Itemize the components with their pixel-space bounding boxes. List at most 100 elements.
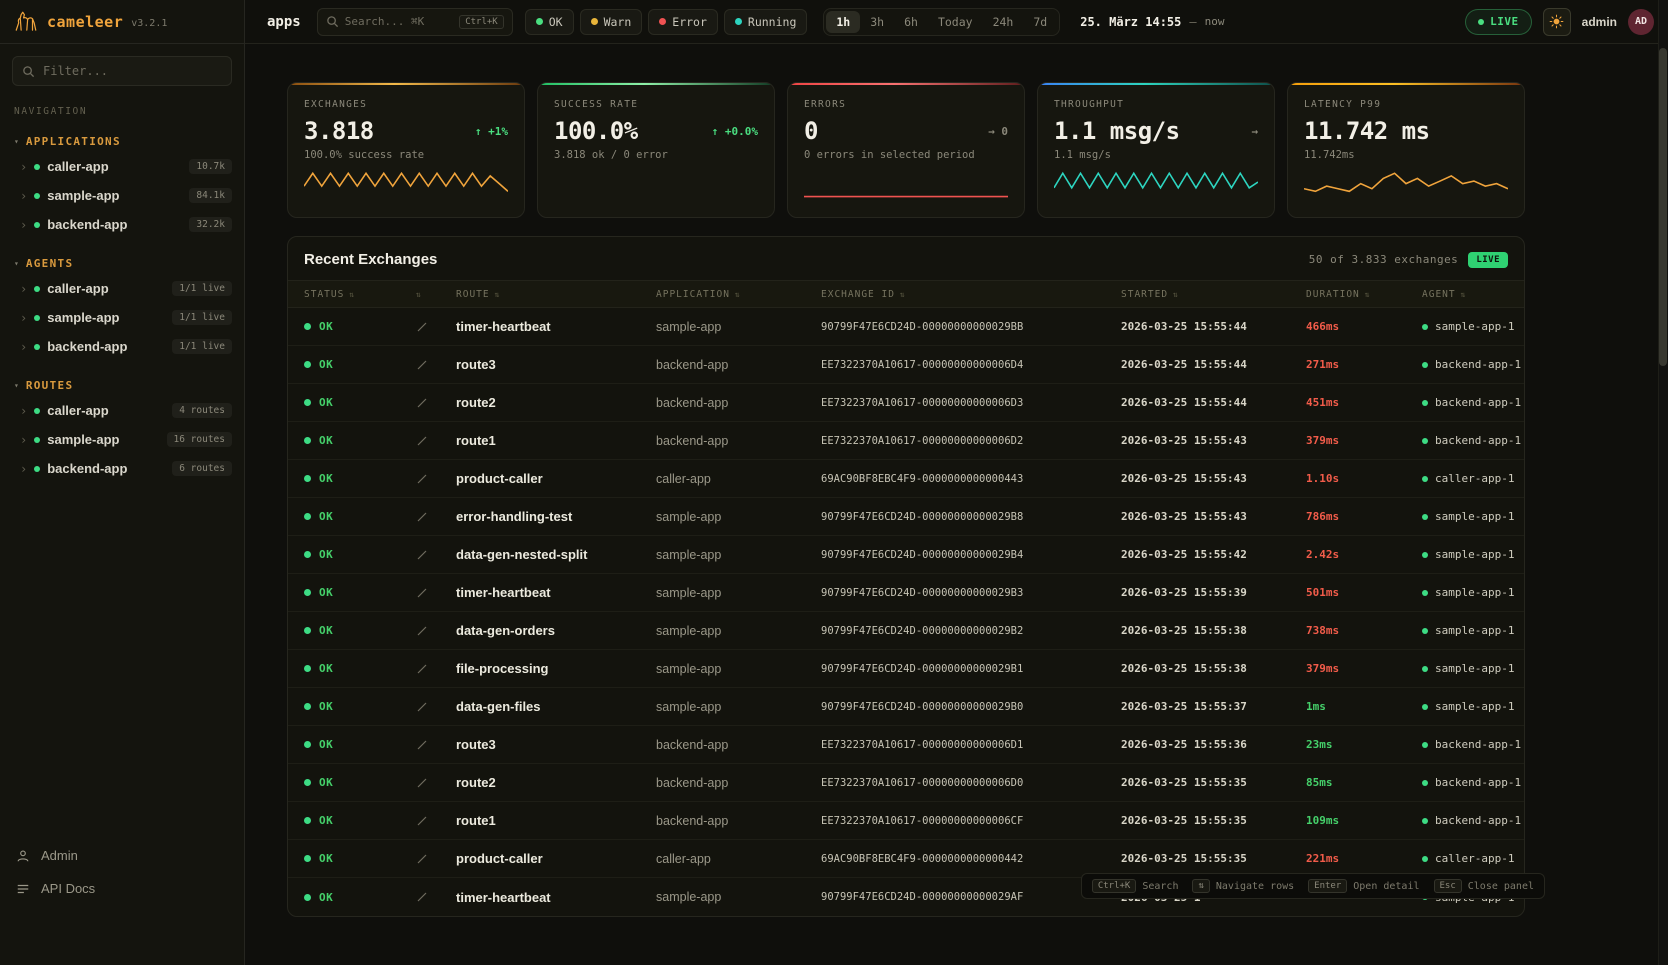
time-range-today[interactable]: Today	[928, 11, 983, 33]
status-dot-icon	[34, 222, 40, 228]
table-row[interactable]: OK route3 backend-app EE7322370A10617-00…	[288, 346, 1524, 384]
section-items: › caller-app 4 routes › sample-app 16 ro…	[0, 396, 244, 483]
stat-value: 100.0%	[554, 119, 638, 143]
row-exchange-id: 90799F47E6CD24D-00000000000029B2	[808, 625, 1108, 637]
table-row[interactable]: OK route3 backend-app EE7322370A10617-00…	[288, 726, 1524, 764]
theme-toggle-button[interactable]	[1543, 8, 1571, 36]
row-exchange-id: 90799F47E6CD24D-00000000000029B3	[808, 587, 1108, 599]
column-label: AGENT	[1422, 289, 1456, 300]
global-search-input[interactable]	[345, 15, 453, 28]
time-range-24h[interactable]: 24h	[983, 11, 1024, 33]
sidebar-filter-input[interactable]	[12, 56, 232, 86]
sidebar-item-sample-app[interactable]: › sample-app 16 routes	[0, 425, 244, 454]
column-header-route[interactable]: ROUTE⇅	[443, 289, 643, 300]
time-range-6h[interactable]: 6h	[894, 11, 928, 33]
column-header-trend[interactable]: ⇅	[403, 290, 443, 299]
status-ok-dot-icon	[304, 817, 311, 824]
table-row[interactable]: OK file-processing sample-app 90799F47E6…	[288, 650, 1524, 688]
row-route: file-processing	[443, 661, 643, 676]
trend-icon	[416, 359, 428, 371]
time-range-7d[interactable]: 7d	[1023, 11, 1057, 33]
caret-down-icon: ▾	[14, 137, 19, 146]
sidebar-section-header[interactable]: ▾ AGENTS	[0, 253, 244, 274]
table-row[interactable]: OK product-caller caller-app 69AC90BF8EB…	[288, 460, 1524, 498]
stat-delta: ↑ +1%	[475, 125, 508, 138]
status-filter-running[interactable]: Running	[724, 9, 807, 35]
status-dot-icon	[34, 315, 40, 321]
date-range-picker[interactable]: 25. März 14:55 – now	[1080, 15, 1224, 29]
time-range-3h[interactable]: 3h	[860, 11, 894, 33]
row-application: sample-app	[643, 548, 808, 562]
column-header-exchange-id[interactable]: EXCHANGE ID⇅	[808, 289, 1108, 300]
brand[interactable]: cameleer v3.2.1	[0, 0, 244, 44]
keyboard-hint: Enter Open detail	[1308, 879, 1419, 893]
table-row[interactable]: OK data-gen-files sample-app 90799F47E6C…	[288, 688, 1524, 726]
trend-icon	[416, 663, 428, 675]
global-search[interactable]: Ctrl+K	[317, 8, 513, 36]
status-dot-icon	[591, 18, 598, 25]
camel-logo-icon	[13, 9, 39, 35]
row-duration: 738ms	[1293, 624, 1398, 637]
sidebar-item-backend-app[interactable]: › backend-app 1/1 live	[0, 332, 244, 361]
sidebar-item-api-docs[interactable]: API Docs	[0, 872, 244, 905]
stat-card-success-rate: SUCCESS RATE 100.0% ↑ +0.0% 3.818 ok / 0…	[537, 82, 775, 218]
column-label: STARTED	[1121, 289, 1168, 300]
nav-section-label: NAVIGATION	[14, 106, 230, 117]
column-header-application[interactable]: APPLICATION⇅	[643, 289, 808, 300]
time-range-1h[interactable]: 1h	[826, 11, 860, 33]
table-row[interactable]: OK route2 backend-app EE7322370A10617-00…	[288, 764, 1524, 802]
table-live-badge: LIVE	[1468, 252, 1508, 268]
row-exchange-id: 90799F47E6CD24D-00000000000029AF	[808, 891, 1108, 903]
row-exchange-id: 90799F47E6CD24D-00000000000029BB	[808, 321, 1108, 333]
status-ok-dot-icon	[304, 894, 311, 901]
live-status-badge[interactable]: LIVE	[1465, 9, 1532, 35]
status-filter-warn[interactable]: Warn	[580, 9, 643, 35]
table-row[interactable]: OK route1 backend-app EE7322370A10617-00…	[288, 802, 1524, 840]
agent-dot-icon	[1422, 590, 1428, 596]
row-application: caller-app	[643, 472, 808, 486]
column-header-started[interactable]: STARTED⇅	[1108, 289, 1293, 300]
hint-label: Search	[1142, 881, 1178, 892]
row-started: 2026-03-25 15:55:44	[1108, 396, 1293, 409]
row-duration: 109ms	[1293, 814, 1398, 827]
page-scrollbar[interactable]	[1658, 0, 1668, 965]
stat-subtext: 0 errors in selected period	[804, 149, 1008, 161]
table-row[interactable]: OK data-gen-nested-split sample-app 9079…	[288, 536, 1524, 574]
avatar[interactable]: AD	[1628, 9, 1654, 35]
sidebar-item-backend-app[interactable]: › backend-app 6 routes	[0, 454, 244, 483]
status-filter-label: Running	[748, 15, 796, 29]
table-row[interactable]: OK route1 backend-app EE7322370A10617-00…	[288, 422, 1524, 460]
table-row[interactable]: OK data-gen-orders sample-app 90799F47E6…	[288, 612, 1524, 650]
table-row[interactable]: OK timer-heartbeat sample-app 90799F47E6…	[288, 308, 1524, 346]
sidebar-item-sample-app[interactable]: › sample-app 1/1 live	[0, 303, 244, 332]
stat-subtext: 11.742ms	[1304, 149, 1508, 161]
column-header-status[interactable]: STATUS⇅	[288, 289, 403, 300]
sidebar-item-caller-app[interactable]: › caller-app 4 routes	[0, 396, 244, 425]
sidebar-item-sample-app[interactable]: › sample-app 84.1k	[0, 181, 244, 210]
search-icon	[326, 15, 339, 28]
table-row[interactable]: OK route2 backend-app EE7322370A10617-00…	[288, 384, 1524, 422]
hint-key: Ctrl+K	[1092, 879, 1137, 893]
trend-icon	[416, 397, 428, 409]
sidebar-section-header[interactable]: ▾ ROUTES	[0, 375, 244, 396]
column-label: STATUS	[304, 289, 344, 300]
sidebar-item-admin[interactable]: Admin	[0, 839, 244, 872]
sidebar-section-header[interactable]: ▾ APPLICATIONS	[0, 131, 244, 152]
column-header-agent[interactable]: AGENT ⇅	[1398, 289, 1524, 300]
table-row[interactable]: OK timer-heartbeat sample-app 90799F47E6…	[288, 574, 1524, 612]
status-ok-dot-icon	[304, 741, 311, 748]
sort-icon: ⇅	[1461, 290, 1467, 299]
scrollbar-thumb[interactable]	[1659, 48, 1667, 366]
status-filter-ok[interactable]: OK	[525, 9, 574, 35]
table-row[interactable]: OK error-handling-test sample-app 90799F…	[288, 498, 1524, 536]
agent-dot-icon	[1422, 818, 1428, 824]
column-header-duration[interactable]: DURATION⇅	[1293, 289, 1398, 300]
row-status: OK	[319, 891, 333, 904]
sidebar-item-backend-app[interactable]: › backend-app 32.2k	[0, 210, 244, 239]
table-summary: 50 of 3.833 exchanges	[1309, 253, 1459, 266]
row-duration: 786ms	[1293, 510, 1398, 523]
status-filter-error[interactable]: Error	[648, 9, 718, 35]
row-route: route3	[443, 357, 643, 372]
sidebar-item-caller-app[interactable]: › caller-app 1/1 live	[0, 274, 244, 303]
sidebar-item-caller-app[interactable]: › caller-app 10.7k	[0, 152, 244, 181]
